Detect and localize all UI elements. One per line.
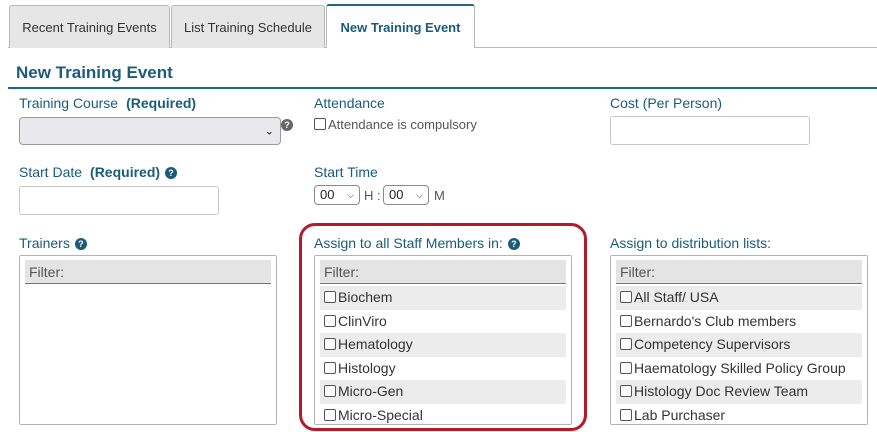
training-course-label-text: Training Course [19,95,119,111]
question-circle-icon[interactable]: ? [165,167,178,179]
checkbox[interactable] [324,361,336,374]
list-item-label: Histology Doc Review Team [634,383,809,399]
checkbox[interactable] [620,361,632,374]
question-circle-icon[interactable]: ? [507,238,520,250]
list-item-label: ClinViro [338,312,387,329]
list-item-label: Histology [338,359,396,376]
checkbox[interactable] [324,314,336,327]
checkbox[interactable] [620,314,632,327]
hour-unit: H : [364,188,381,203]
training-course-select[interactable]: ⌄ [19,117,281,145]
attendance-checkbox-row[interactable]: Attendance is compulsory [314,117,477,132]
staff-members-label: Assign to all Staff Members in:? [314,235,520,251]
checkbox[interactable] [620,338,632,350]
list-item[interactable]: All Staff/ USA [616,286,862,310]
tab-new-training-event[interactable]: New Training Event [326,4,475,48]
distribution-list: All Staff/ USA Bernardo's Club members C… [616,286,862,425]
list-item[interactable]: Competency Supervisors [616,333,862,357]
list-item-label: Haematology Skilled Policy Group [634,359,846,376]
start-date-input[interactable] [19,186,219,215]
tab-label: New Training Event [340,19,461,35]
list-item-label: Micro-Gen [338,383,404,399]
list-item[interactable]: Hematology [320,333,566,357]
list-item[interactable]: Lab Purchaser [616,404,862,425]
minute-value: 00 [389,187,404,202]
chevron-down-icon: ⌄ [264,125,274,138]
checkbox[interactable] [324,338,336,350]
checkbox[interactable] [620,291,632,303]
chevron-down-icon: ⌵ [347,190,354,200]
list-item-label: Bernardo's Club members [634,312,797,329]
checkbox[interactable] [324,291,336,303]
tab-bar: Recent Training Events List Training Sch… [0,0,877,48]
start-date-label-text: Start Date [19,164,83,180]
list-item[interactable]: Histology Doc Review Team [616,380,862,404]
checkbox[interactable] [620,408,632,421]
list-item-label: Biochem [338,289,393,305]
checkbox[interactable] [620,385,632,397]
start-date-label: Start Date (Required)? [19,164,178,180]
checkbox[interactable] [324,385,336,397]
chevron-down-icon: ⌵ [416,190,423,200]
staff-members-label-text: Assign to all Staff Members in: [314,235,503,251]
trainers-listbox[interactable]: Filter: [19,255,277,425]
list-item[interactable]: Haematology Skilled Policy Group [616,357,862,381]
cost-input[interactable] [610,116,810,145]
cost-label: Cost (Per Person) [610,95,723,111]
distribution-lists-label: Assign to distribution lists: [610,235,772,251]
tab-list-training-schedule[interactable]: List Training Schedule [171,5,325,48]
tab-label: List Training Schedule [184,19,312,35]
required-marker: (Required) [126,95,197,111]
trainers-label-text: Trainers [19,235,70,251]
list-item-label: Hematology [338,336,413,352]
attendance-label: Attendance [314,95,385,111]
trainers-filter-input[interactable]: Filter: [25,260,271,284]
staff-filter-input[interactable]: Filter: [320,260,566,284]
list-item-label: Competency Supervisors [634,336,791,352]
distribution-lists-listbox[interactable]: Filter: All Staff/ USA Bernardo's Club m… [610,255,868,425]
list-item-label: Micro-Special [338,406,423,423]
list-item[interactable]: Bernardo's Club members [616,310,862,334]
attendance-checkbox-label: Attendance is compulsory [328,117,477,132]
list-item-label: All Staff/ USA [634,289,719,305]
hour-select[interactable]: 00 ⌵ [314,185,360,205]
tab-label: Recent Training Events [22,19,157,35]
list-item[interactable]: Histology [320,357,566,381]
required-marker: (Required) [90,164,161,180]
question-circle-icon[interactable]: ? [74,238,87,250]
list-item[interactable]: ClinViro [320,310,566,334]
distribution-filter-input[interactable]: Filter: [616,260,862,284]
trainers-label: Trainers? [19,235,87,251]
page-title: New Training Event [16,63,173,82]
minute-select[interactable]: 00 ⌵ [383,185,429,205]
question-circle-icon[interactable]: ? [281,119,293,131]
training-course-label: Training Course (Required) [19,95,196,111]
tab-recent-training-events[interactable]: Recent Training Events [9,5,170,48]
minute-unit: M [434,188,445,203]
list-item[interactable]: Micro-Special [320,404,566,425]
list-item-label: Lab Purchaser [634,406,726,423]
checkbox[interactable] [324,408,336,421]
attendance-checkbox[interactable] [314,118,326,130]
list-item[interactable]: Biochem [320,286,566,310]
staff-list: Biochem ClinViro Hematology Histology Mi… [320,286,566,425]
start-time-label: Start Time [314,164,378,180]
staff-members-listbox[interactable]: Filter: Biochem ClinViro Hematology Hist… [314,255,572,425]
heading-divider [8,87,877,89]
hour-value: 00 [320,187,335,202]
list-item[interactable]: Micro-Gen [320,380,566,404]
